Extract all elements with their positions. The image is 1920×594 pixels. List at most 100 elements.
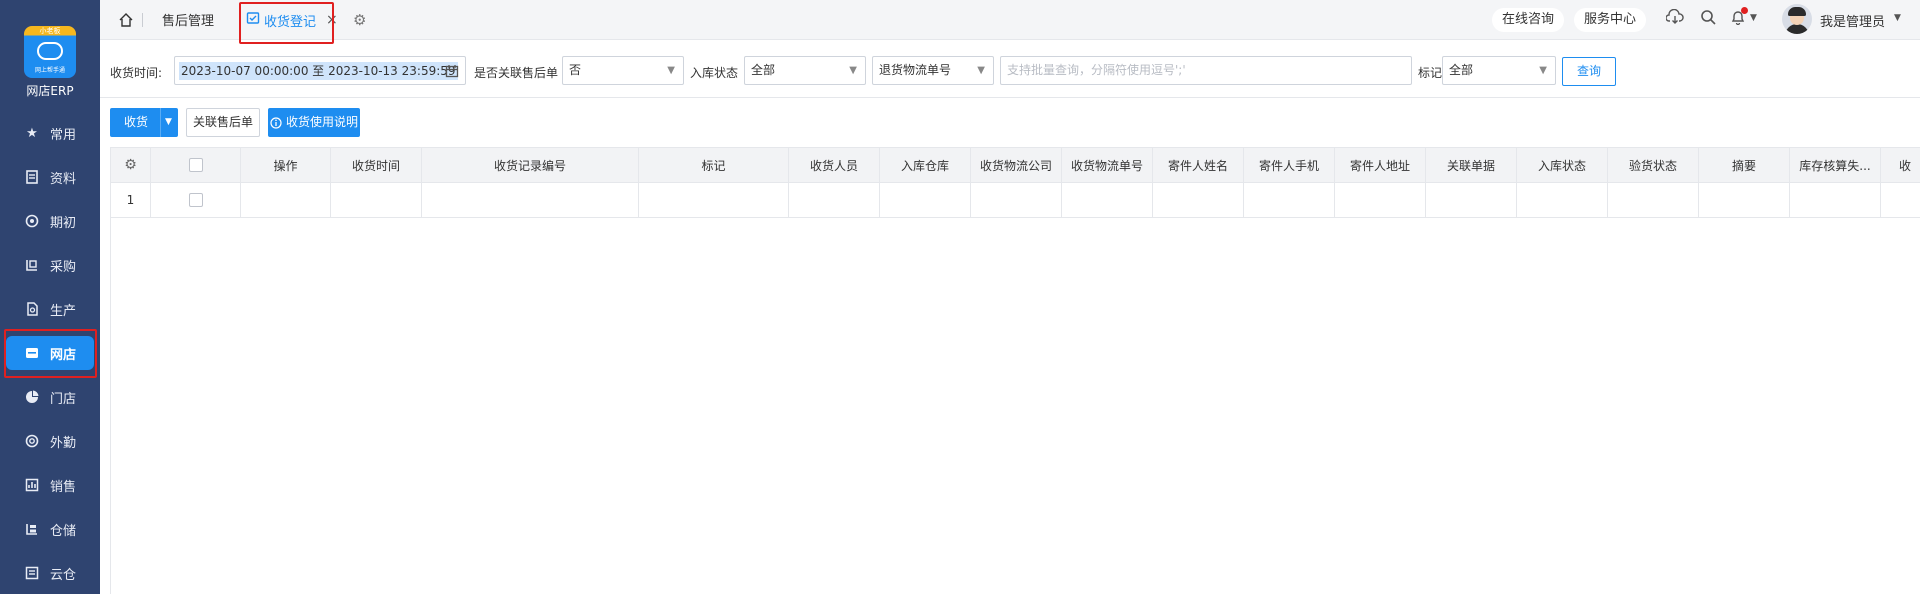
sidebar-item-physical-store[interactable]: 门店 — [0, 380, 100, 414]
receive-button[interactable]: 收货 ▼ — [110, 108, 178, 137]
sidebar-item-label: 云仓 — [50, 567, 77, 583]
chevron-down-icon: ▼ — [667, 65, 675, 76]
column-header[interactable]: 寄件人地址 — [1335, 148, 1426, 182]
table-cell — [422, 183, 639, 217]
logo-caption: 网上帮手通 — [34, 67, 65, 74]
column-header[interactable]: 收货人员 — [789, 148, 880, 182]
sidebar-item-production[interactable]: 生产 — [0, 292, 100, 326]
avatar[interactable] — [1782, 4, 1812, 34]
calendar-icon[interactable] — [445, 57, 459, 88]
sidebar-item-label: 常用 — [50, 127, 77, 143]
tracking-type-select[interactable]: 退货物流单号 ▼ — [872, 56, 994, 85]
gear-icon[interactable]: ⚙ — [353, 11, 366, 29]
cloud-download-icon[interactable] — [1665, 8, 1684, 29]
receive-button-label: 收货 — [124, 115, 149, 129]
table-cell — [1790, 183, 1881, 217]
table-cell — [789, 183, 880, 217]
column-header[interactable]: 收货时间 — [331, 148, 422, 182]
column-header[interactable]: 入库状态 — [1517, 148, 1608, 182]
stock-status-select[interactable]: 全部 ▼ — [744, 56, 866, 85]
table-cell — [1335, 183, 1426, 217]
sidebar-item-common[interactable]: ★ 常用 — [0, 116, 100, 150]
chevron-down-icon: ▼ — [977, 65, 985, 76]
user-menu-chevron-icon[interactable]: ▼ — [1894, 13, 1901, 23]
column-header[interactable]: 寄件人手机 — [1244, 148, 1335, 182]
chevron-down-icon[interactable]: ▼ — [165, 108, 172, 137]
service-center-button[interactable]: 服务中心 — [1574, 8, 1647, 32]
sidebar-item-cloud-warehouse[interactable]: 云仓 — [0, 556, 100, 590]
receive-time-label: 收货时间: — [110, 66, 163, 80]
sidebar-item-purchase[interactable]: 采购 — [0, 248, 100, 282]
pie-icon — [24, 389, 40, 405]
linked-aftersales-select[interactable]: 否 ▼ — [562, 56, 684, 85]
table-cell — [971, 183, 1062, 217]
user-name[interactable]: 我是管理员 — [1820, 11, 1885, 30]
table-cell — [639, 183, 789, 217]
query-button[interactable]: 查询 — [1562, 57, 1616, 86]
notification-dot — [1741, 7, 1748, 14]
column-header[interactable]: 库存核算失... — [1790, 148, 1881, 182]
sidebar-item-warehouse[interactable]: 仓储 — [0, 512, 100, 546]
column-header[interactable]: 关联单据 — [1426, 148, 1517, 182]
table-cell — [331, 183, 422, 217]
sidebar-item-label: 生产 — [50, 303, 77, 319]
column-header[interactable]: 标记 — [639, 148, 789, 182]
sidebar-item-data[interactable]: 资料 — [0, 160, 100, 194]
sidebar-item-label: 外勤 — [50, 435, 77, 451]
sidebar-item-sales[interactable]: 销售 — [0, 468, 100, 502]
select-all-checkbox[interactable] — [188, 158, 203, 172]
sidebar-item-label: 采购 — [50, 259, 77, 275]
link-aftersales-button[interactable]: 关联售后单 — [186, 108, 260, 137]
action-bar: 收货 ▼ 关联售后单 收货使用说明 — [100, 98, 1920, 146]
tab-separator — [142, 13, 143, 27]
sidebar-item-label: 门店 — [50, 391, 77, 407]
search-icon[interactable] — [1700, 9, 1716, 29]
column-header[interactable]: 摘要 — [1699, 148, 1790, 182]
app-root: 小老板 网上帮手通 网店ERP ★ 常用 资料 期初 采购 生产 网店 门店 外… — [0, 0, 1920, 594]
app-name: 网店ERP — [26, 84, 74, 98]
stock-status-label: 入库状态 — [690, 66, 739, 80]
filter-bar: 收货时间: 2023-10-07 00:00:00 至 2023-10-13 2… — [100, 40, 1920, 98]
table-cell — [1062, 183, 1153, 217]
app-logo[interactable]: 小老板 网上帮手通 — [24, 26, 76, 78]
column-header[interactable]: 收货物流单号 — [1062, 148, 1153, 182]
row-index: 1 — [111, 183, 151, 217]
column-header[interactable]: 收 — [1881, 148, 1920, 182]
table-cell — [1608, 183, 1699, 217]
date-range-input[interactable]: 2023-10-07 00:00:00 至 2023-10-13 23:59:5… — [174, 56, 466, 85]
mark-select[interactable]: 全部 ▼ — [1442, 56, 1556, 85]
table-cell — [1699, 183, 1790, 217]
column-header[interactable]: 入库仓库 — [880, 148, 971, 182]
highlight-box-store — [4, 329, 97, 378]
location-icon — [24, 433, 40, 449]
tracking-search-input[interactable]: 支持批量查询，分隔符使用逗号';' — [1000, 56, 1412, 85]
top-bar: 售后管理 收货登记 × ⚙ 在线咨询 服务中心 ▼ 我是管理员 ▼ — [100, 0, 1920, 40]
table-cell — [1153, 183, 1244, 217]
column-header[interactable]: 寄件人姓名 — [1153, 148, 1244, 182]
column-header[interactable]: 收货物流公司 — [971, 148, 1062, 182]
star-icon: ★ — [26, 125, 38, 141]
tab-aftersales[interactable]: 售后管理 — [162, 10, 214, 29]
cloud-icon — [37, 42, 63, 60]
sidebar-item-opening[interactable]: 期初 — [0, 204, 100, 238]
table-cell — [1244, 183, 1335, 217]
gear-icon[interactable]: ⚙ — [124, 157, 137, 173]
sidebar-item-label: 销售 — [50, 479, 77, 495]
production-icon — [24, 301, 40, 317]
row-checkbox[interactable] — [188, 193, 203, 207]
home-icon[interactable] — [118, 12, 134, 28]
table-row[interactable]: 1 — [111, 183, 1920, 218]
chevron-down-icon[interactable]: ▼ — [1750, 13, 1757, 23]
sidebar-item-field[interactable]: 外勤 — [0, 424, 100, 458]
mark-label: 标记 — [1418, 66, 1443, 80]
column-header[interactable]: 验货状态 — [1608, 148, 1699, 182]
receive-help-button[interactable]: 收货使用说明 — [268, 108, 360, 137]
online-consult-button[interactable]: 在线咨询 — [1492, 8, 1565, 32]
select-value: 退货物流单号 — [879, 63, 952, 77]
column-header[interactable]: 操作 — [241, 148, 331, 182]
table-cell — [880, 183, 971, 217]
warehouse-icon — [24, 521, 40, 537]
column-header[interactable]: 收货记录编号 — [422, 148, 639, 182]
table-cell — [1881, 183, 1920, 217]
sidebar-item-label: 仓储 — [50, 523, 77, 539]
